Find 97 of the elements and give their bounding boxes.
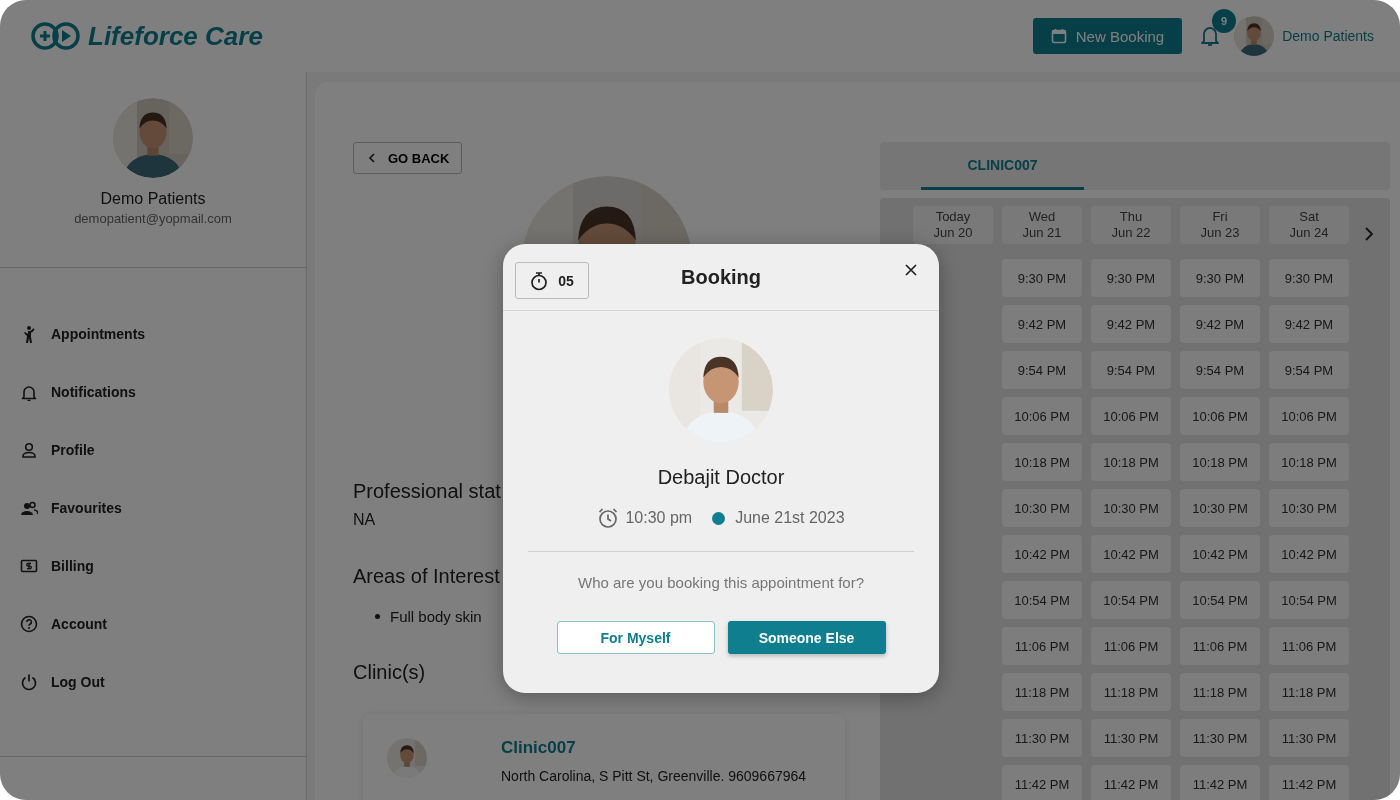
chevron-right-icon[interactable] [1364,226,1374,242]
time-slot[interactable]: 11:06 PM [1180,627,1260,665]
interest-text: Full body skin [390,608,482,625]
day-header[interactable]: Thu Jun 22 [1091,206,1171,244]
time-slot[interactable]: 9:54 PM [1269,351,1349,389]
power-icon [20,673,38,691]
new-booking-button[interactable]: New Booking [1032,18,1183,54]
appointment-time: 10:30 pm [625,509,693,527]
time-slot[interactable]: 10:54 PM [1180,581,1260,619]
time-slot[interactable]: 10:54 PM [1269,581,1349,619]
close-icon[interactable] [904,263,918,277]
nav-item[interactable]: Favourites [20,497,306,519]
time-slot[interactable]: 11:42 PM [1002,765,1082,800]
bell-icon[interactable] [1200,25,1221,47]
time-slot[interactable]: 10:54 PM [1002,581,1082,619]
time-slot[interactable]: 11:30 PM [1180,719,1260,757]
clinic-name[interactable]: Clinic007 [501,738,807,758]
calendar-icon [1050,28,1067,44]
time-slot[interactable]: 11:06 PM [1269,627,1349,665]
time-slot[interactable]: 10:42 PM [1180,535,1260,573]
clinic-address: North Carolina, S Pitt St, Greenville. 9609667964 [501,768,807,784]
time-slot[interactable]: 10:06 PM [1180,397,1260,435]
logo-text: Lifeforce Care [88,20,263,52]
time-slot[interactable]: 10:42 PM [1091,535,1171,573]
notification-badge: 9 [1212,9,1237,33]
time-slot[interactable]: 9:30 PM [1091,259,1171,297]
time-slot[interactable]: 10:18 PM [1180,443,1260,481]
primary-button[interactable]: Someone Else [727,621,886,654]
user-name[interactable]: Demo Patients [1282,28,1374,44]
dialog-title: Booking [681,265,761,289]
nav-item[interactable]: Billing [20,555,306,577]
time-slot[interactable]: 10:54 PM [1091,581,1171,619]
time-slot[interactable]: 11:06 PM [1002,627,1082,665]
doctor-name: Debajit Doctor [657,466,785,489]
time-slot[interactable]: 11:18 PM [1002,673,1082,711]
time-slot[interactable]: 11:42 PM [1180,765,1260,800]
time-slot[interactable]: 10:30 PM [1269,489,1349,527]
section-heading: Professional stat [353,480,501,503]
nav-item[interactable]: Profile [20,439,306,461]
time-slot[interactable]: 10:18 PM [1002,443,1082,481]
go-back-button[interactable]: GO BACK [353,142,463,174]
nav-item[interactable]: Appointments [20,323,306,345]
time-slot[interactable]: 10:06 PM [1002,397,1082,435]
alarm-clock-icon [597,507,620,529]
time-slot[interactable]: 11:42 PM [1269,765,1349,800]
time-slot[interactable]: 10:30 PM [1180,489,1260,527]
bell-icon [20,383,38,401]
time-slot[interactable]: 11:06 PM [1091,627,1171,665]
secondary-button[interactable]: For Myself [556,621,715,654]
nav-item[interactable]: Log Out [20,671,306,693]
user-icon [20,441,38,459]
time-slot[interactable]: 10:42 PM [1269,535,1349,573]
time-slot[interactable]: 11:18 PM [1180,673,1260,711]
time-slot[interactable]: 10:18 PM [1269,443,1349,481]
section-heading: Clinic(s) [353,661,426,684]
time-slot[interactable]: 9:30 PM [1269,259,1349,297]
logo-icon [30,21,82,51]
users-icon [20,499,38,517]
time-slot[interactable]: 11:30 PM [1269,719,1349,757]
time-slot[interactable]: 10:06 PM [1091,397,1171,435]
time-slot[interactable]: 9:42 PM [1002,305,1082,343]
day-header[interactable]: Today Jun 20 [913,206,993,244]
time-slot[interactable]: 10:30 PM [1002,489,1082,527]
section-heading: Areas of Interest [353,565,500,588]
time-slot[interactable]: 11:30 PM [1002,719,1082,757]
time-slot[interactable]: 9:30 PM [1180,259,1260,297]
time-slot[interactable]: 10:30 PM [1091,489,1171,527]
time-slot[interactable]: 10:42 PM [1002,535,1082,573]
appointment-date: June 21st 2023 [735,509,845,527]
time-slot[interactable]: 9:54 PM [1091,351,1171,389]
profile-name: Demo Patients [100,190,206,208]
time-slot[interactable]: 9:30 PM [1002,259,1082,297]
day-header[interactable]: Sat Jun 24 [1269,206,1349,244]
time-slot[interactable]: 11:30 PM [1091,719,1171,757]
date-dot-icon [712,511,726,525]
time-slot[interactable]: 9:42 PM [1180,305,1260,343]
day-header[interactable]: Wed Jun 21 [1002,206,1082,244]
dollar-bill-icon [20,557,38,575]
bullet-icon [375,614,380,619]
time-slot[interactable]: 9:42 PM [1269,305,1349,343]
time-slot[interactable]: 11:18 PM [1269,673,1349,711]
nav-item[interactable]: Account [20,613,306,635]
question-text: Who are you booking this appointment for? [578,574,864,591]
profile-email: demopatient@yopmail.com [74,211,232,226]
time-slot[interactable]: 11:42 PM [1091,765,1171,800]
time-slot[interactable]: 9:42 PM [1091,305,1171,343]
time-slot[interactable]: 10:06 PM [1269,397,1349,435]
help-icon [20,615,38,633]
time-slot[interactable]: 9:54 PM [1002,351,1082,389]
time-slot[interactable]: 9:54 PM [1180,351,1260,389]
clinic-tab[interactable]: CLINIC007 [921,142,1084,190]
chevron-left-icon [368,152,376,164]
day-header[interactable]: Fri Jun 23 [1180,206,1260,244]
nav-item[interactable]: Notifications [20,381,306,403]
time-slot[interactable]: 10:18 PM [1091,443,1171,481]
section-text: NA [353,511,376,529]
time-slot[interactable]: 11:18 PM [1091,673,1171,711]
